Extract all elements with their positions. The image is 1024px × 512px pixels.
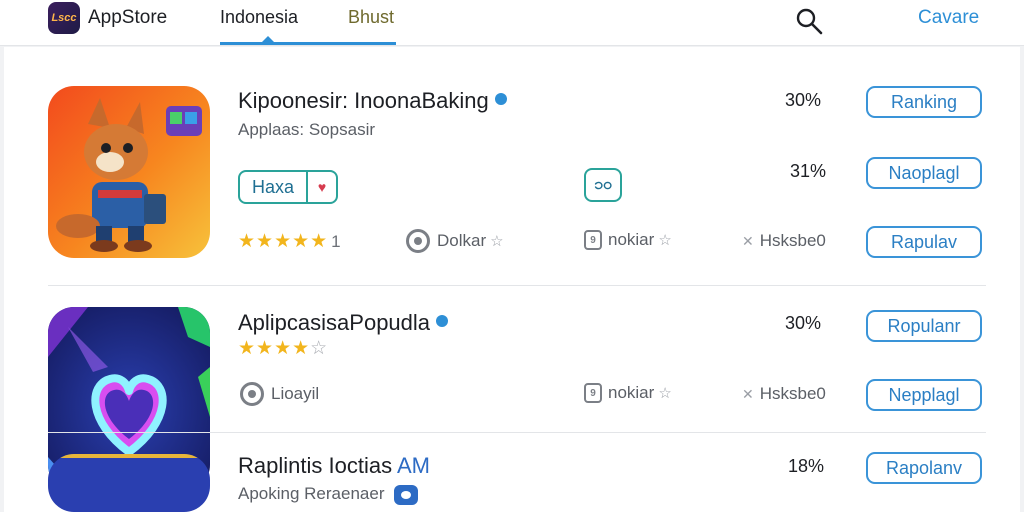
size-icon: 9 [584, 383, 602, 403]
divider [48, 285, 986, 286]
chat-icon [394, 484, 419, 505]
nepplagl-button[interactable]: Nepplagl [866, 379, 982, 411]
top-bar: Lscc AppStore Indonesia Bhust Cavare [0, 0, 1024, 46]
developer-label: Lioayil [271, 384, 320, 403]
star-icon: ☆ [490, 233, 504, 250]
tag-label: Haxa [251, 176, 295, 197]
active-tab-indicator [220, 42, 396, 45]
stars-empty: ☆ [310, 338, 329, 359]
stars-filled: ★★★★ [238, 338, 311, 359]
meta-version: ✕ Hsksbe0 [742, 231, 826, 251]
ropulanr-button[interactable]: Ropulanr [866, 310, 982, 342]
star-icon: ☆ [658, 385, 672, 402]
heart-icon: ♥ [306, 172, 336, 202]
verified-icon [494, 93, 507, 106]
percent-value: 30% [785, 90, 822, 110]
partial-app-icon[interactable] [48, 454, 210, 512]
naoplagl-button[interactable]: Naoplagl [866, 157, 982, 189]
category-tag[interactable]: Haxa ♥ [238, 170, 338, 204]
cavare-link[interactable]: Cavare [918, 7, 979, 29]
developer-icon [406, 229, 430, 253]
subtitle-text: Apoking Reraenaer [238, 484, 385, 503]
close-icon: ✕ [742, 385, 754, 402]
verified-icon [436, 315, 449, 328]
brand-name: AppStore [88, 7, 168, 28]
app-title[interactable]: Kipoonesir: InoonaBaking [238, 88, 507, 114]
rapolanv-button[interactable]: Rapolanv [866, 452, 982, 484]
app-store-logo[interactable]: Lscc [48, 2, 80, 34]
star-rating: ★★★★☆ [238, 337, 328, 360]
app-title[interactable]: AplipcasisaPopudla [238, 310, 449, 336]
size-label: nokiar [608, 383, 655, 402]
app-title-suffix: AM [396, 453, 430, 478]
logo-text: Lscc [51, 12, 77, 24]
rapulav-button[interactable]: Rapulav [866, 226, 982, 258]
meta-size: 9 nokiar ☆ [584, 383, 672, 403]
tab-bhust[interactable]: Bhust [348, 7, 394, 28]
app-title-text: Raplintis Ioctias [238, 453, 393, 478]
app-subtitle: Apoking Reraenaer [238, 484, 419, 505]
app-title-text: Kipoonesir: InoonaBaking [238, 88, 489, 113]
size-icon: 9 [584, 230, 602, 250]
fox-game-app-icon[interactable] [48, 86, 210, 258]
divider [48, 432, 986, 433]
meta-version: ✕ Hsksbe0 [742, 384, 826, 404]
star-icon: ☆ [658, 232, 672, 249]
star-rating: ★★★★★ 1 [238, 230, 342, 253]
percent-value: 30% [785, 313, 822, 333]
ranking-button[interactable]: Ranking [866, 86, 982, 118]
meta-size: 9 nokiar ☆ [584, 230, 672, 250]
developer-icon [240, 382, 264, 406]
app-title-text: AplipcasisaPopudla [238, 310, 431, 335]
size-label: nokiar [608, 230, 655, 249]
percent-value: 18% [788, 456, 825, 476]
percent-value: 31% [790, 161, 827, 181]
version-label: Hsksbe0 [759, 231, 826, 250]
app-title[interactable]: Raplintis Ioctias AM [238, 453, 430, 479]
app-subtitle: Applaas: Sopsasir [238, 120, 376, 139]
close-icon: ✕ [742, 232, 754, 249]
meta-developer: Dolkar ☆ [406, 229, 504, 253]
version-label: Hsksbe0 [759, 384, 826, 403]
stars-filled: ★★★★★ [238, 231, 329, 252]
search-icon[interactable] [794, 6, 824, 36]
age-badge: ၁၀ [584, 168, 622, 202]
meta-developer: Lioayil [240, 382, 319, 406]
tab-caret [262, 36, 274, 42]
rating-count: 1 [331, 232, 342, 251]
developer-label: Dolkar [437, 231, 487, 250]
